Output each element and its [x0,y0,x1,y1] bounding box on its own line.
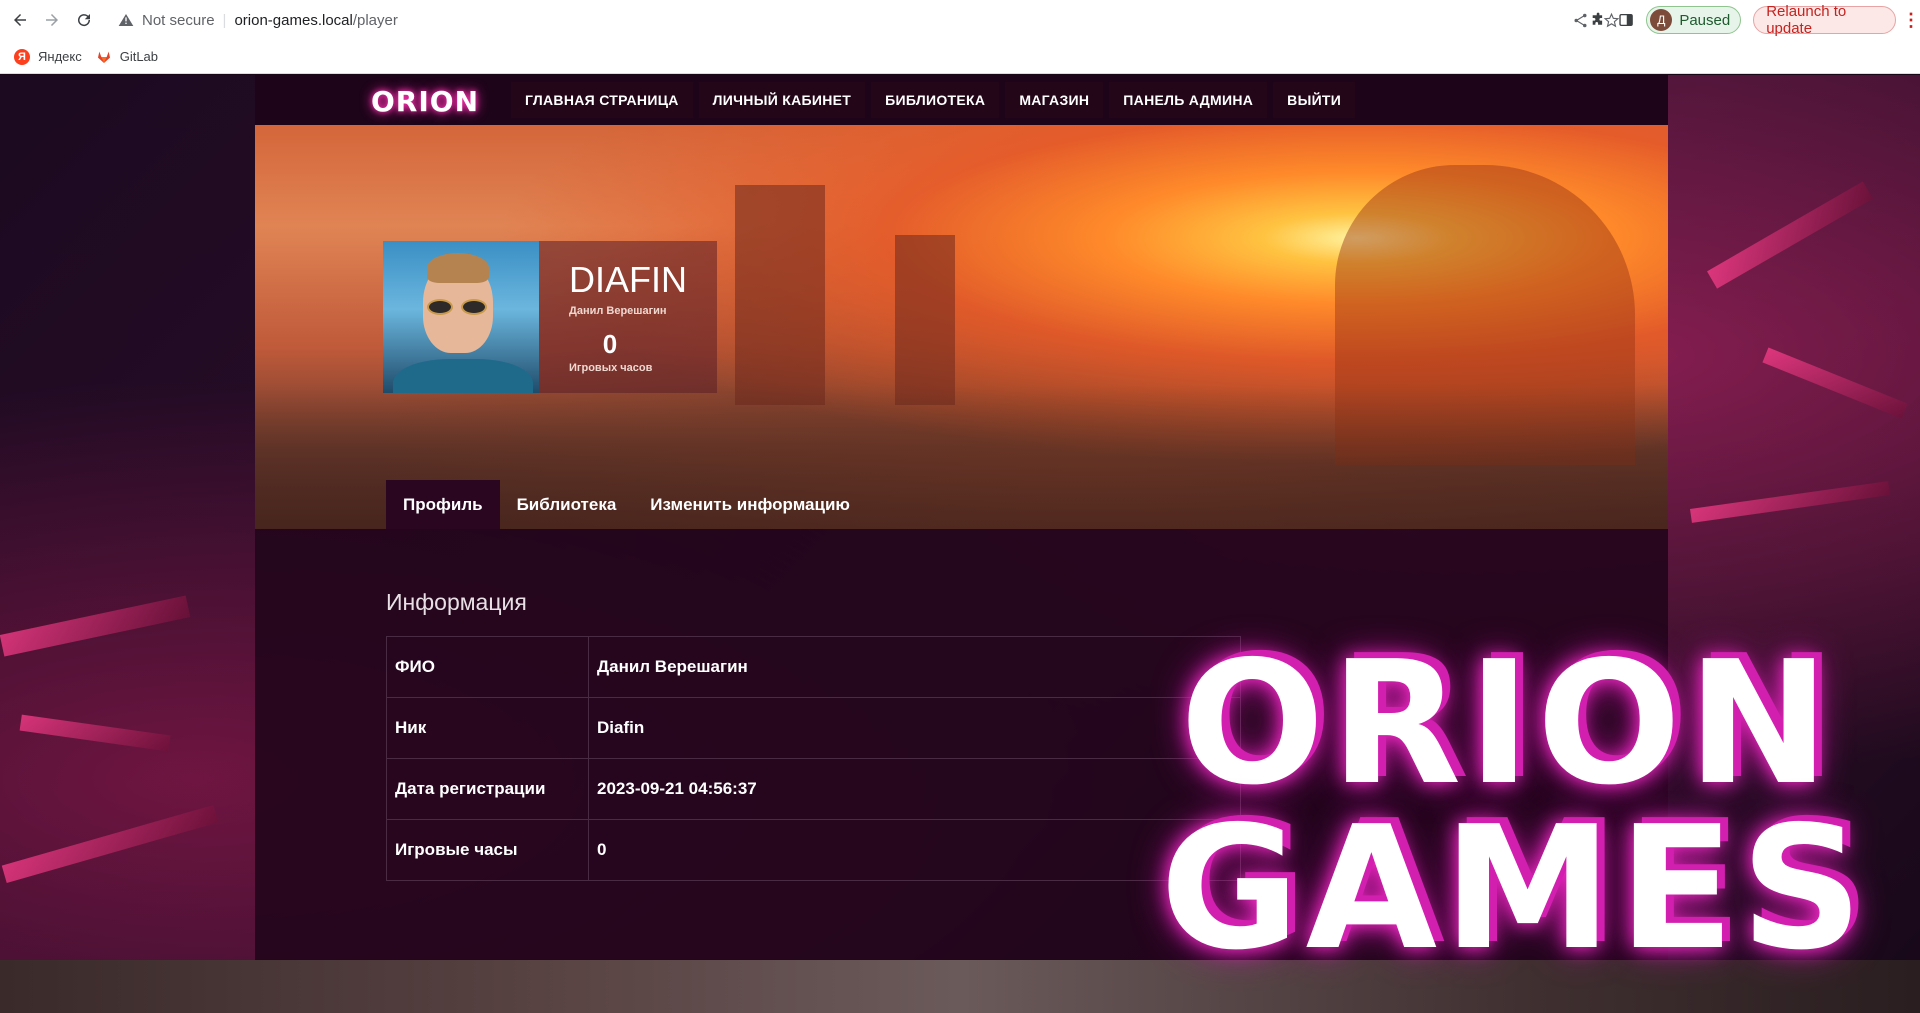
warning-icon [118,14,134,26]
info-value: 0 [588,819,1241,881]
reload-icon [78,14,91,27]
profile-full-name: Данил Верешагин [569,305,667,317]
info-value: Diafin [588,697,1241,759]
not-secure-label: Not secure [142,11,215,29]
table-row: Дата регистрации 2023-09-21 04:56:37 [386,758,1241,820]
profile-avatar-photo [383,241,539,393]
background-shard [19,714,171,752]
arrow-right-icon [46,14,58,26]
info-value: 2023-09-21 04:56:37 [588,758,1241,820]
site-logo[interactable]: ORION [371,85,479,118]
browser-toolbar: Not secure | orion-games.local /player Д… [0,0,1920,40]
info-key: Ник [386,697,589,759]
page-viewport: ORION ГЛАВНАЯ СТРАНИЦА ЛИЧНЫЙ КАБИНЕТ БИ… [0,75,1920,1013]
profile-nick: DIAFIN [569,259,688,300]
nav-home[interactable]: ГЛАВНАЯ СТРАНИЦА [511,82,693,118]
profile-avatar: Д [1650,9,1673,31]
bookmark-gitlab[interactable]: GitLab [96,49,158,65]
back-button[interactable] [8,8,32,32]
info-key: Игровые часы [386,819,589,881]
nav-shop[interactable]: МАГАЗИН [1005,82,1104,118]
table-row: Игровые часы 0 [386,819,1241,881]
orion-games-watermark: ORION GAMES [1150,625,1920,1013]
watermark-line-2: GAMES [1160,790,1869,988]
photo-hair [427,253,489,283]
profile-hours-label: Игровых часов [569,362,653,374]
paused-label: Paused [1679,11,1731,29]
background-shard [1762,347,1908,419]
nav-library[interactable]: БИБЛИОТЕКА [871,82,1000,118]
share-icon[interactable] [1572,12,1589,29]
photo-shirt [393,359,533,393]
side-panel-icon[interactable] [1618,11,1634,29]
gitlab-icon [97,51,110,63]
background-shard [1689,481,1891,523]
bookmark-label: Яндекс [38,49,82,64]
address-bar[interactable]: Not secure | orion-games.local /player [108,4,1628,36]
url-separator: | [222,11,227,29]
main-nav: ГЛАВНАЯ СТРАНИЦА ЛИЧНЫЙ КАБИНЕТ БИБЛИОТЕ… [511,82,1356,118]
relaunch-label: Relaunch to update [1766,3,1847,37]
puzzle-icon[interactable] [1590,11,1606,29]
info-key: ФИО [386,636,589,698]
table-row: ФИО Данил Верешагин [386,636,1241,698]
site-header: ORION ГЛАВНАЯ СТРАНИЦА ЛИЧНЫЙ КАБИНЕТ БИ… [255,75,1668,125]
photo-sunglasses [427,299,489,315]
info-title: Информация [386,589,527,615]
reload-button[interactable] [72,8,96,32]
nav-cabinet[interactable]: ЛИЧНЫЙ КАБИНЕТ [698,82,866,118]
bookmarks-bar: Я Яндекс GitLab [0,40,1920,74]
arrow-left-icon [14,14,26,26]
profile-tabs: Профиль Библиотека Изменить информацию [386,480,867,529]
profile-card: DIAFIN Данил Верешагин 0 Игровых часов [383,241,717,393]
nav-logout[interactable]: ВЫЙТИ [1273,82,1356,118]
background-shard [1,805,219,883]
banner-tower [895,235,955,405]
bookmark-yandex[interactable]: Я Яндекс [14,48,82,65]
relaunch-button[interactable]: Relaunch to update [1753,3,1896,37]
background-shard [1707,181,1873,289]
yandex-icon: Я [14,48,30,65]
info-key: Дата регистрации [386,758,589,820]
url-path: /player [352,11,398,29]
info-table: ФИО Данил Верешагин Ник Diafin Дата реги… [386,636,1241,881]
info-value: Данил Верешагин [588,636,1241,698]
menu-kebab-icon[interactable]: ⋮ [1902,10,1920,31]
profile-hours-value: 0 [602,329,618,359]
forward-button[interactable] [40,8,64,32]
nav-admin-panel[interactable]: ПАНЕЛЬ АДМИНА [1109,82,1268,118]
table-row: Ник Diafin [386,697,1241,759]
bookmark-label: GitLab [119,49,159,64]
background-shard [0,595,191,657]
profile-banner: DIAFIN Данил Верешагин 0 Игровых часов П… [255,125,1668,529]
tab-edit-info[interactable]: Изменить информацию [633,480,867,529]
tab-profile[interactable]: Профиль [386,480,500,529]
tab-library[interactable]: Библиотека [500,480,634,529]
banner-tower [735,185,825,405]
url-host: orion-games.local [234,11,353,29]
profile-paused-button[interactable]: Д Paused [1646,6,1742,34]
